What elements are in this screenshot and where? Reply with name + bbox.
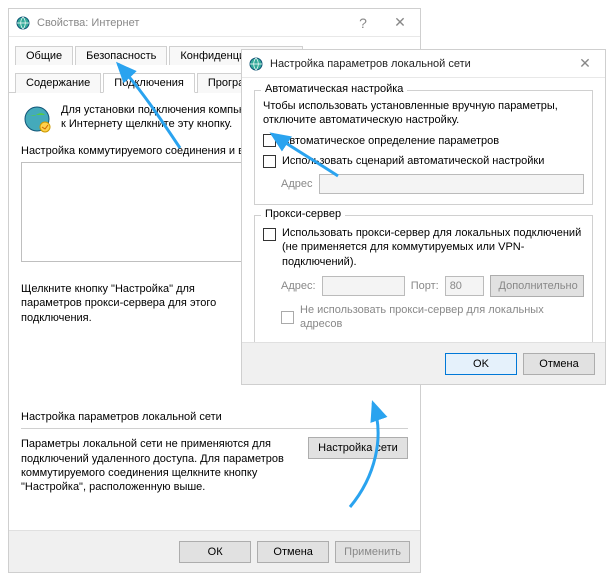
proxy-hint: Щелкните кнопку "Настройка" для параметр… (21, 282, 231, 325)
titlebar: Настройка параметров локальной сети ✕ (242, 50, 605, 78)
internet-properties-footer: ОК Отмена Применить (9, 530, 420, 572)
proxy-use-label: Использовать прокси-сервер для локальных… (282, 226, 584, 269)
auto-config-group: Автоматическая настройка Чтобы использов… (254, 90, 593, 205)
window-title: Свойства: Интернет (37, 17, 139, 29)
proxy-bypass-label: Не использовать прокси-сервер для локаль… (300, 303, 584, 332)
auto-desc: Чтобы использовать установленные вручную… (263, 99, 584, 128)
proxy-addr-label: Адрес: (281, 280, 316, 292)
lan-settings-footer: OK Отмена (242, 342, 605, 384)
close-button[interactable]: ✕ (565, 50, 605, 77)
proxy-legend: Прокси-сервер (261, 208, 345, 220)
proxy-port-input: 80 (445, 276, 484, 296)
lan-settings-button[interactable]: Настройка сети (308, 437, 408, 459)
auto-addr-label: Адрес (281, 178, 313, 190)
auto-detect-checkbox[interactable] (263, 134, 276, 147)
close-button[interactable]: ✕ (380, 9, 420, 36)
tab-security[interactable]: Безопасность (75, 46, 167, 65)
lan-settings-window: Настройка параметров локальной сети ✕ Ав… (241, 49, 606, 385)
window-controls: ? ✕ (346, 9, 420, 36)
auto-detect-label: Автоматическое определение параметров (282, 134, 499, 148)
auto-script-row[interactable]: Использовать сценарий автоматической нас… (263, 154, 584, 168)
titlebar: Свойства: Интернет ? ✕ (9, 9, 420, 37)
proxy-bypass-checkbox (281, 311, 294, 324)
proxy-bypass-row: Не использовать прокси-сервер для локаль… (281, 303, 584, 332)
auto-legend: Автоматическая настройка (261, 83, 407, 95)
auto-script-label: Использовать сценарий автоматической нас… (282, 154, 544, 168)
globe-icon (21, 103, 53, 135)
window-title: Настройка параметров локальной сети (270, 58, 471, 70)
auto-addr-input (319, 174, 585, 194)
tab-content[interactable]: Содержание (15, 73, 101, 93)
proxy-addr-input (322, 276, 405, 296)
apply-button[interactable]: Применить (335, 541, 410, 563)
tab-connections[interactable]: Подключения (103, 73, 195, 93)
tab-general[interactable]: Общие (15, 46, 73, 65)
proxy-use-row[interactable]: Использовать прокси-сервер для локальных… (263, 226, 584, 269)
internet-options-icon (248, 56, 264, 72)
auto-script-checkbox[interactable] (263, 155, 276, 168)
help-button[interactable]: ? (346, 9, 380, 36)
proxy-group: Прокси-сервер Использовать прокси-сервер… (254, 215, 593, 342)
window-controls: ✕ (565, 50, 605, 77)
proxy-use-checkbox[interactable] (263, 228, 276, 241)
internet-options-icon (15, 15, 31, 31)
proxy-port-label: Порт: (411, 280, 439, 292)
lan-section-title: Настройка параметров локальной сети (21, 411, 408, 424)
cancel-button[interactable]: Отмена (257, 541, 329, 563)
lan-section-text: Параметры локальной сети не применяются … (21, 437, 296, 494)
proxy-advanced-button: Дополнительно (490, 275, 584, 297)
cancel-button[interactable]: Отмена (523, 353, 595, 375)
install-info: Для установки подключения компьютера к И… (61, 103, 270, 135)
ok-button[interactable]: ОК (179, 541, 251, 563)
ok-button[interactable]: OK (445, 353, 517, 375)
auto-detect-row[interactable]: Автоматическое определение параметров (263, 134, 584, 148)
